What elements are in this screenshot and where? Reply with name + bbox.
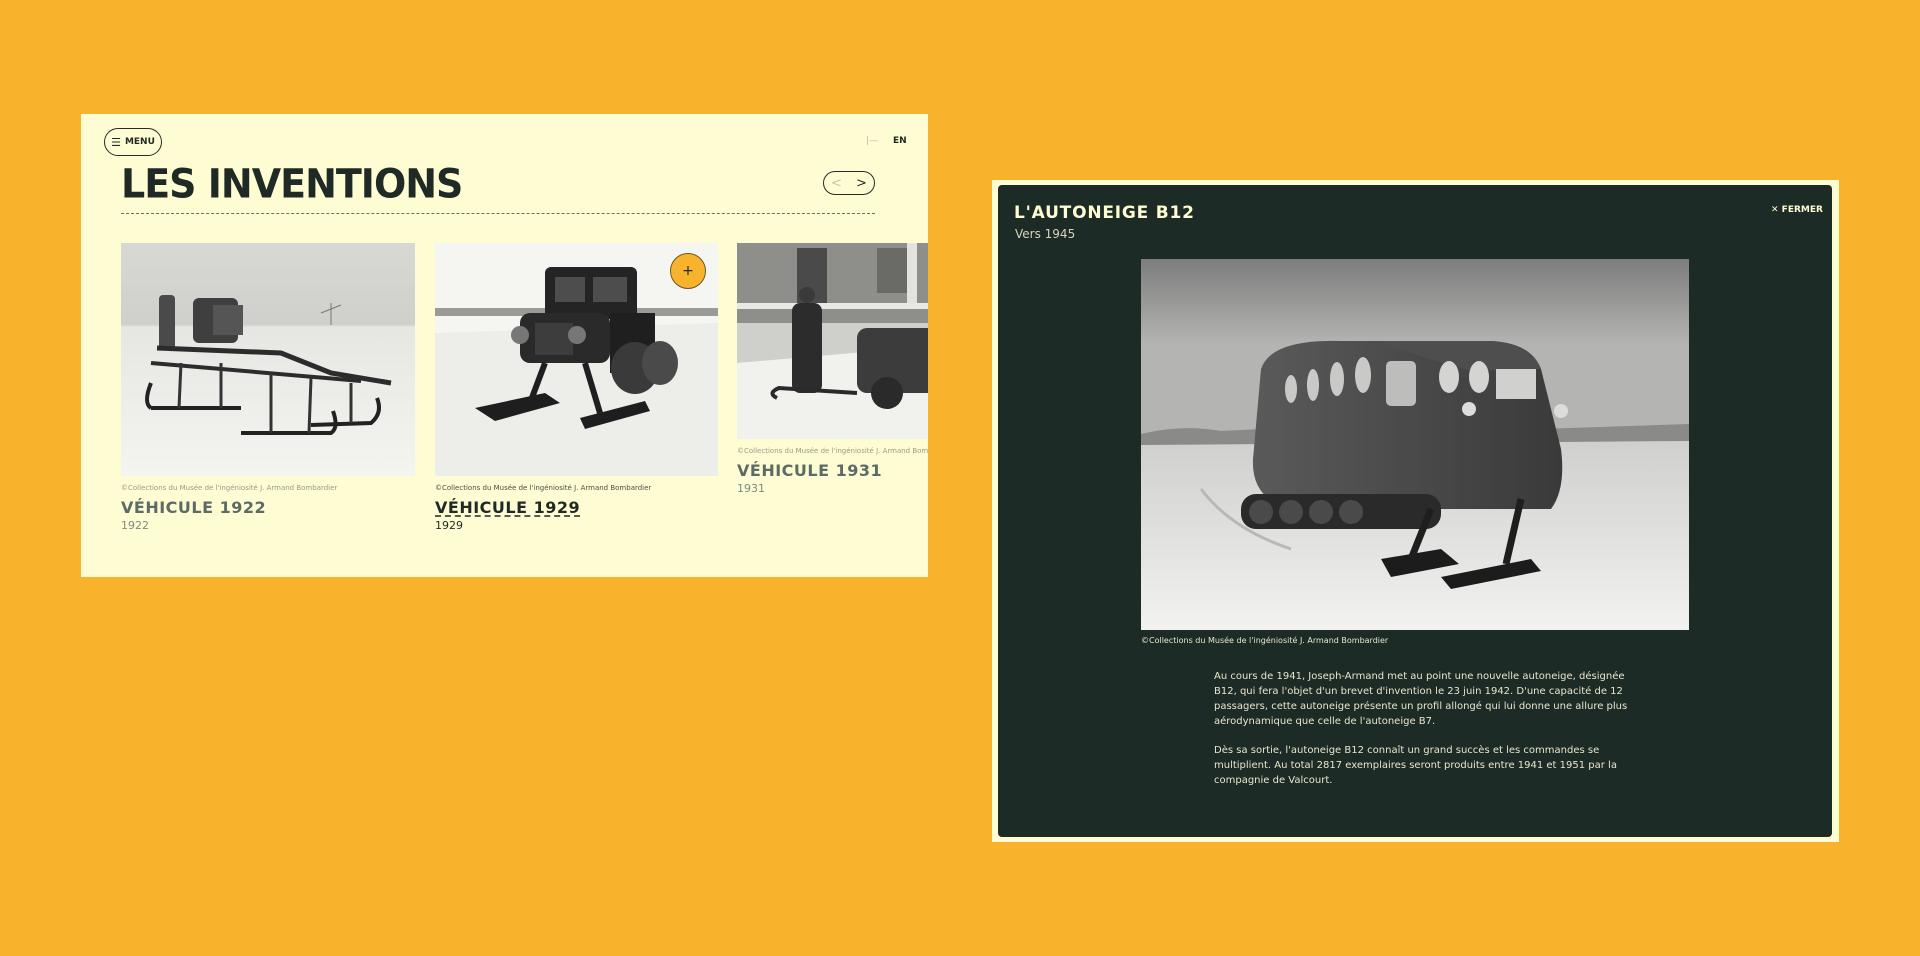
language-switch-en[interactable]: EN — [893, 136, 907, 146]
hamburger-icon: ☰ — [111, 135, 121, 149]
card-year: 1922 — [121, 519, 149, 532]
photo-credit: ©Collections du Musée de l'ingéniosité J… — [121, 484, 338, 492]
chevron-right-icon[interactable]: > — [856, 177, 867, 190]
dialog-title: L'AUTONEIGE B12 — [1014, 203, 1195, 223]
inventions-panel: ☰ MENU |— EN LES INVENTIONS < > ©Collect… — [81, 114, 928, 577]
dialog-subtitle: Vers 1945 — [1015, 227, 1076, 241]
page-title: LES INVENTIONS — [121, 160, 463, 208]
vehicle-1922-photo — [121, 243, 415, 476]
dialog-frame: L'AUTONEIGE B12 Vers 1945 ✕ FERMER ©Coll… — [992, 180, 1839, 842]
close-button[interactable]: ✕ FERMER — [1771, 205, 1823, 215]
invention-card-1931[interactable]: ©Collections du Musée de l'ingéniosité J… — [737, 243, 928, 495]
description-paragraph-1: Au cours de 1941, Joseph-Armand met au p… — [1214, 671, 1628, 727]
photo-credit: ©Collections du Musée de l'ingéniosité J… — [737, 447, 928, 455]
description-paragraph-2: Dès sa sortie, l'autoneige B12 connaît u… — [1214, 745, 1617, 786]
vehicle-1931-photo — [737, 243, 928, 439]
chevron-left-icon[interactable]: < — [831, 177, 842, 190]
invention-detail-dialog: L'AUTONEIGE B12 Vers 1945 ✕ FERMER ©Coll… — [998, 185, 1832, 837]
photo-credit: ©Collections du Musée de l'ingéniosité J… — [1141, 636, 1389, 645]
card-title[interactable]: VÉHICULE 1922 — [121, 498, 415, 517]
menu-button[interactable]: ☰ MENU — [104, 128, 162, 156]
invention-card-1922[interactable]: ©Collections du Musée de l'ingéniosité J… — [121, 243, 415, 532]
expand-plus-button[interactable]: + — [670, 253, 706, 289]
card-title[interactable]: VÉHICULE 1931 — [737, 461, 928, 480]
language-switch-fr[interactable]: |— — [866, 136, 878, 146]
card-year: 1929 — [435, 519, 463, 532]
dialog-description: Au cours de 1941, Joseph-Armand met au p… — [1214, 669, 1634, 788]
photo-credit: ©Collections du Musée de l'ingéniosité J… — [435, 484, 652, 492]
vehicle-1929-photo: + — [435, 243, 718, 476]
card-title[interactable]: VÉHICULE 1929 — [435, 498, 718, 517]
card-year: 1931 — [737, 482, 765, 495]
carousel-nav: < > — [823, 171, 875, 195]
menu-label: MENU — [124, 137, 155, 147]
autoneige-b12-photo — [1141, 259, 1689, 630]
title-divider — [121, 213, 875, 214]
invention-card-1929[interactable]: + ©Collections du Musée de l'ingéniosité… — [435, 243, 718, 532]
